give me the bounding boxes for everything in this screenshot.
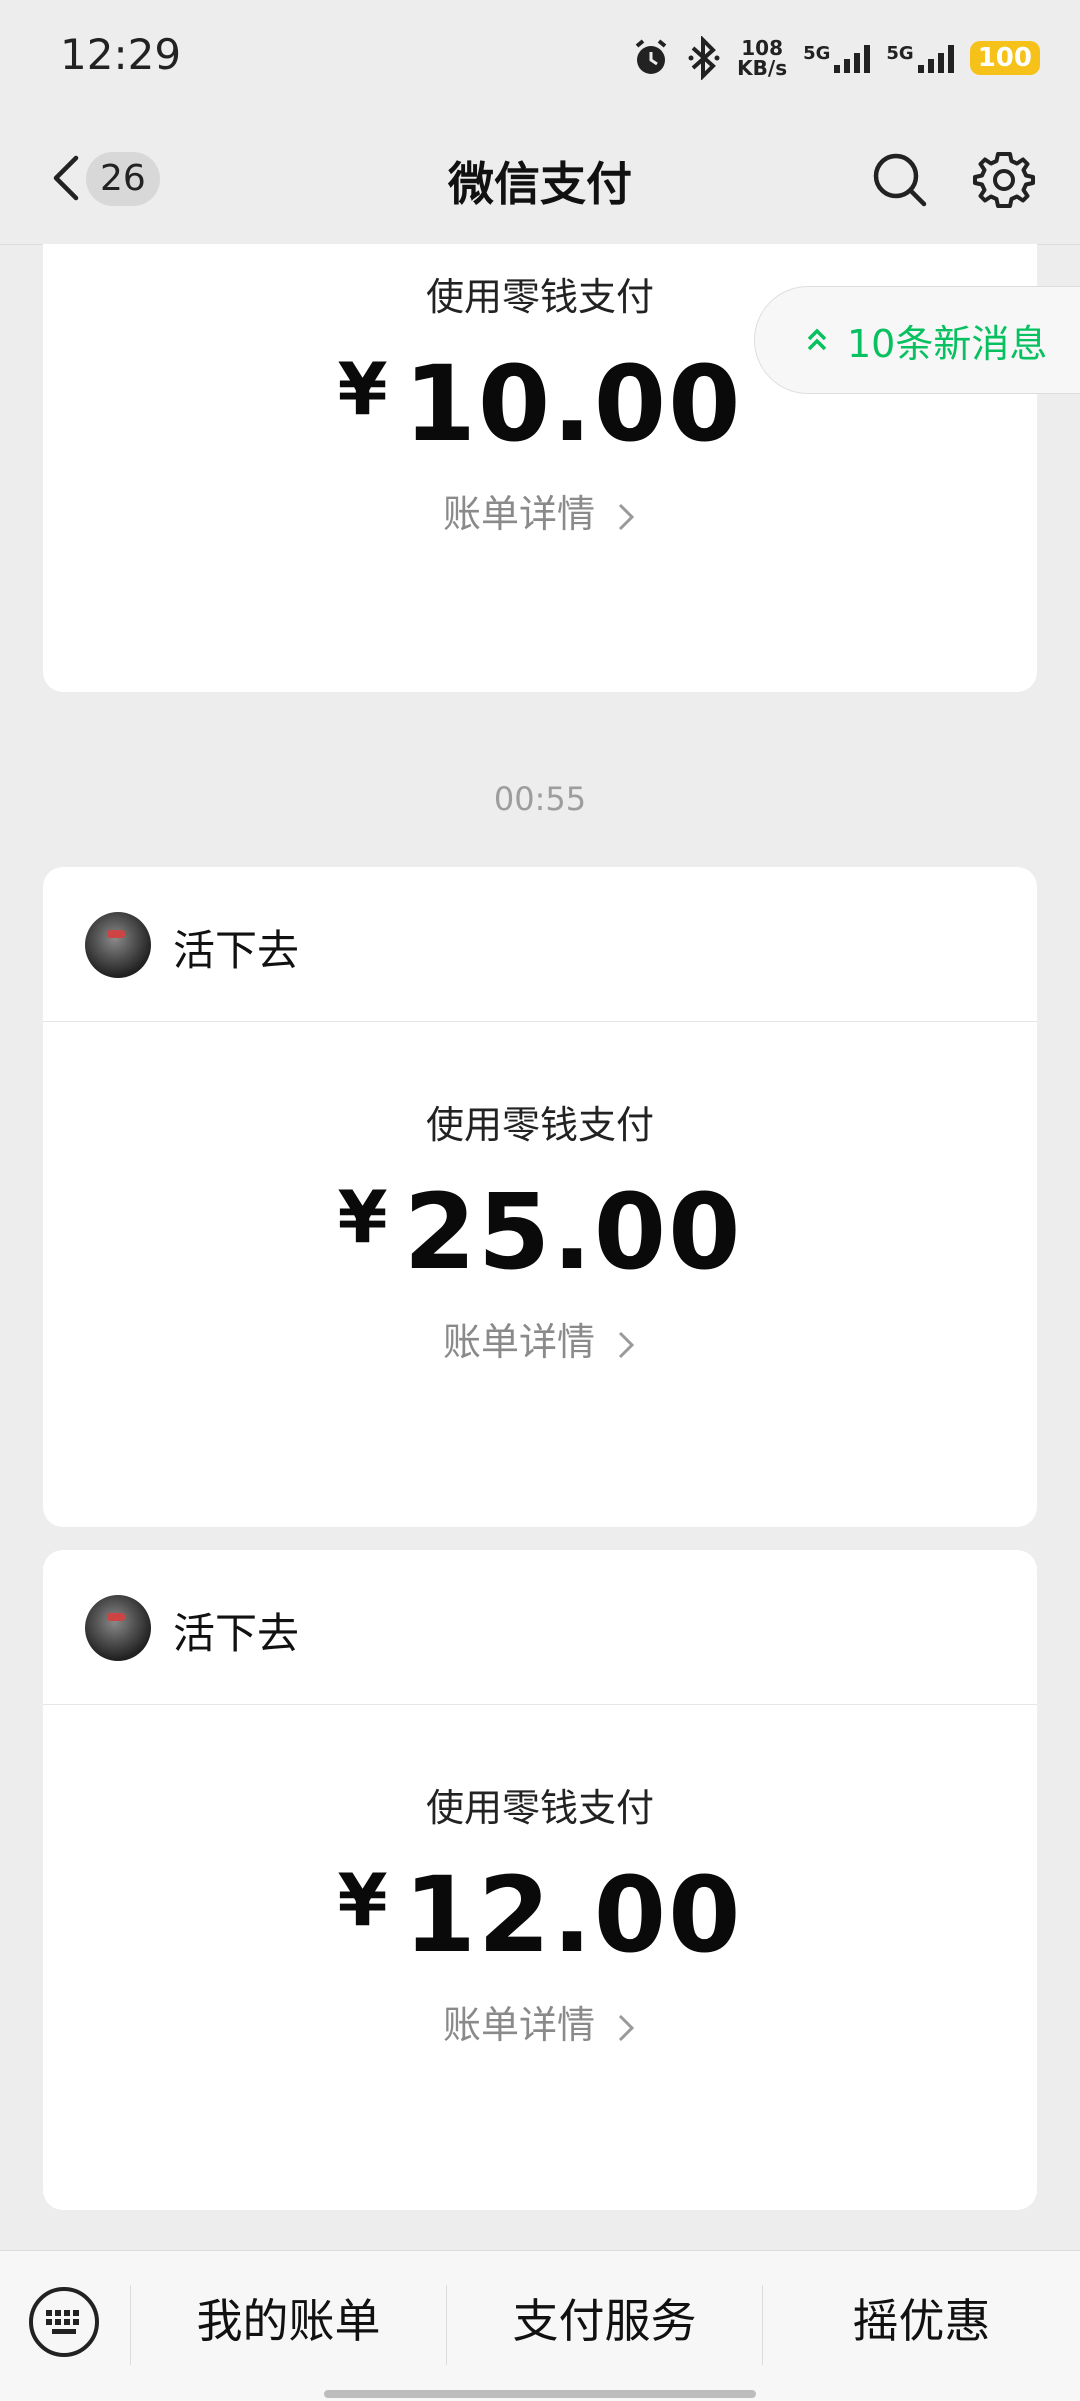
bill-detail-link[interactable]: 账单详情 [43,1311,1037,1366]
menu-shake-offers[interactable]: 摇优惠 [763,2273,1080,2369]
merchant-name: 活下去 [173,926,300,975]
payment-card: 活下去 使用零钱支付 ¥12.00 账单详情 [43,1550,1037,2210]
speed-unit: KB/s [737,56,788,80]
amount-value: 12.00 [403,1854,743,1976]
status-time: 12:29 [60,30,182,79]
chevron-right-icon [618,1331,635,1358]
keyboard-icon[interactable] [28,2286,100,2358]
payment-amount: ¥25.00 [43,1171,1037,1293]
top-nav-bar: 26 微信支付 [0,110,1080,245]
new-messages-button[interactable]: 10条新消息 [754,286,1080,394]
bill-detail-link[interactable]: 账单详情 [43,1994,1037,2049]
chevron-right-icon [618,503,635,530]
card-header[interactable]: 活下去 [43,1550,1037,1705]
signal-bars-icon [834,43,871,73]
bill-detail-label: 账单详情 [442,1320,595,1364]
currency-symbol: ¥ [337,1175,390,1259]
alarm-icon [635,39,667,74]
signal-2: 5G [886,43,954,73]
new-messages-label: 10条新消息 [847,321,1048,366]
status-bar: 12:29 108 KB/s 5G 5G 100 [0,0,1080,110]
payment-amount: ¥12.00 [43,1854,1037,1976]
bottom-menu-bar: 我的账单 支付服务 摇优惠 [0,2250,1080,2401]
bill-detail-label: 账单详情 [442,492,595,536]
avatar [85,1595,151,1661]
status-icons: 108 KB/s 5G 5G 100 [631,30,1040,86]
menu-my-bills[interactable]: 我的账单 [131,2273,446,2369]
currency-symbol: ¥ [337,1858,390,1942]
pay-method-label: 使用零钱支付 [425,1786,654,1830]
avatar [85,912,151,978]
signal-bars-icon [917,43,954,73]
time-separator: 00:55 [493,780,587,818]
speed-value: 108 [741,36,783,60]
sim1-label: 5G [803,43,831,64]
menu-payment-services[interactable]: 支付服务 [447,2273,762,2369]
chevron-right-icon [618,2014,635,2041]
card-header[interactable]: 活下去 [43,867,1037,1022]
battery-indicator: 100 [969,41,1040,75]
sim2-label: 5G [886,43,914,64]
search-icon[interactable] [870,150,930,210]
currency-symbol: ¥ [337,347,390,431]
amount-value: 10.00 [403,343,743,465]
gear-icon[interactable] [972,148,1036,212]
double-chevron-up-icon [807,328,827,351]
merchant-name: 活下去 [173,1609,300,1658]
bluetooth-icon [688,36,720,80]
signal-1: 5G [803,43,871,73]
home-indicator[interactable] [324,2390,756,2398]
pay-method-label: 使用零钱支付 [425,1103,654,1147]
payment-card: 活下去 使用零钱支付 ¥25.00 账单详情 [43,867,1037,1527]
bill-detail-label: 账单详情 [442,2003,595,2047]
amount-value: 25.00 [403,1171,743,1293]
bill-detail-link[interactable]: 账单详情 [43,483,1037,538]
network-speed: 108 KB/s [737,38,787,78]
